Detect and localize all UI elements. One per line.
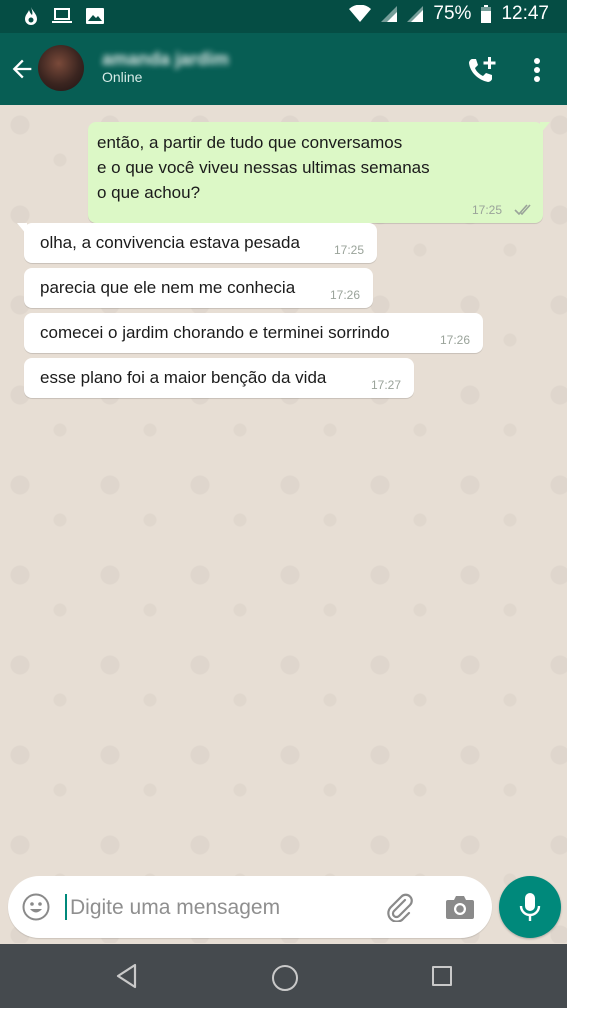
voice-message-button[interactable]	[499, 876, 561, 938]
avatar[interactable]	[38, 45, 84, 91]
message-time: 17:26	[330, 288, 361, 302]
message-text: então, a partir de tudo que conversamos …	[97, 133, 430, 202]
message-bubble-incoming[interactable]: comecei o jardim chorando e terminei sor…	[24, 313, 483, 353]
clock: 12:47	[501, 3, 549, 24]
message-text: comecei o jardim chorando e terminei sor…	[40, 323, 390, 342]
nav-home-icon[interactable]	[272, 965, 298, 991]
message-bubble-incoming[interactable]: parecia que ele nem me conhecia 17:26	[24, 268, 373, 308]
signal-icon	[381, 6, 398, 22]
camera-icon[interactable]	[445, 893, 475, 921]
more-vert-icon[interactable]	[527, 55, 547, 85]
paperclip-icon[interactable]	[385, 892, 415, 922]
microphone-icon	[519, 893, 541, 921]
contact-status: Online	[102, 69, 143, 85]
nav-back-icon[interactable]	[115, 963, 139, 989]
system-nav-bar	[0, 944, 567, 1008]
message-composer	[8, 876, 492, 938]
battery-percent: 75%	[433, 3, 472, 24]
message-time: 17:27	[371, 378, 402, 392]
laptop-icon	[52, 8, 72, 23]
wifi-icon	[349, 5, 372, 22]
message-time: 17:25	[334, 243, 365, 257]
nav-recents-icon[interactable]	[432, 966, 452, 986]
contact-name[interactable]: amanda jardim	[102, 49, 229, 70]
chat-header: amanda jardim Online	[0, 33, 567, 105]
message-bubble-outgoing[interactable]: então, a partir de tudo que conversamos …	[88, 122, 550, 223]
message-input[interactable]	[68, 890, 372, 926]
add-call-icon[interactable]	[466, 55, 498, 85]
text-caret	[65, 894, 67, 920]
message-text: esse plano foi a maior benção da vida	[40, 368, 327, 387]
signal-icon	[407, 6, 424, 22]
message-bubble-incoming[interactable]: esse plano foi a maior benção da vida 17…	[24, 358, 414, 398]
back-arrow-icon[interactable]	[8, 55, 36, 83]
read-receipt-icon	[514, 204, 531, 216]
emoji-icon[interactable]	[22, 893, 50, 921]
message-time: 17:25	[472, 203, 503, 217]
fire-notification-icon	[25, 7, 37, 25]
message-text: olha, a convivencia estava pesada	[40, 233, 300, 252]
message-bubble-incoming[interactable]: olha, a convivencia estava pesada 17:25	[17, 223, 377, 263]
message-text: parecia que ele nem me conhecia	[40, 278, 296, 297]
chat-area[interactable]: então, a partir de tudo que conversamos …	[0, 105, 567, 943]
image-icon	[86, 8, 104, 24]
message-time: 17:26	[440, 333, 471, 347]
phone-screen: 75% 12:47 amanda jardim Online então, a …	[0, 0, 567, 1008]
battery-icon	[481, 5, 492, 23]
status-bar: 75% 12:47	[0, 0, 567, 33]
